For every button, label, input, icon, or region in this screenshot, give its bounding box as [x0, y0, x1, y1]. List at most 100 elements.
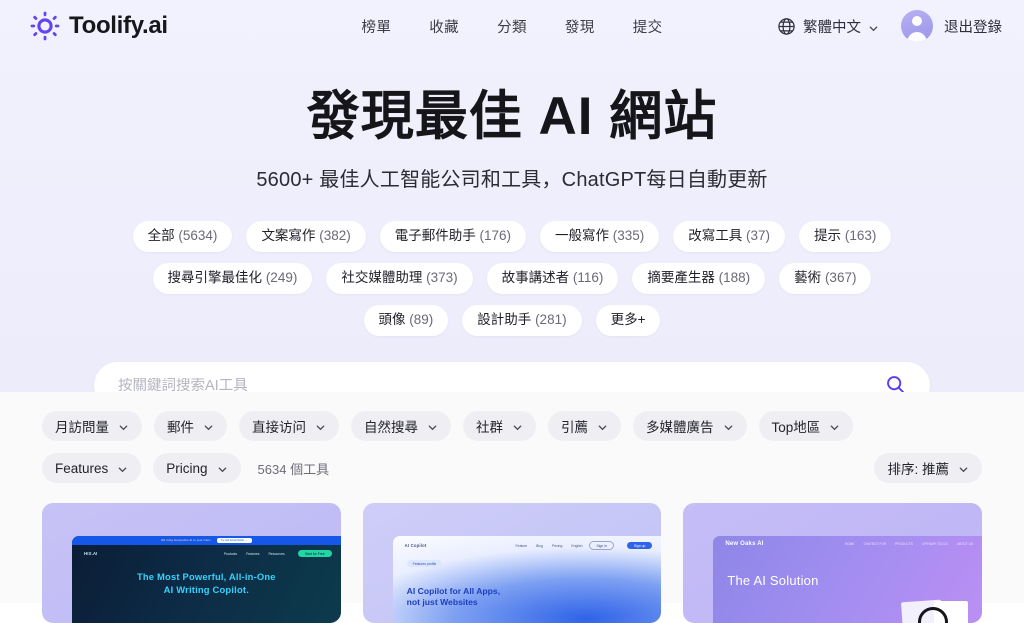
- preview-headline: The AI Solution: [727, 573, 982, 589]
- category-count: (37): [746, 228, 771, 244]
- category-pill[interactable]: 頭像 (89): [363, 305, 449, 337]
- filter-row-primary: 月訪問量 郵件 直接访问 自然搜尋 社群 引薦 多媒體廣告 Top地區: [0, 392, 1024, 441]
- brand-logo[interactable]: Toolify.ai: [30, 11, 168, 41]
- preview-sign-in: Sign in: [589, 541, 614, 550]
- filter-referrals[interactable]: 引薦: [548, 411, 621, 441]
- preview-nav-link: Products: [223, 551, 238, 556]
- chevron-down-icon: [203, 421, 214, 432]
- category-pill[interactable]: 故事講述者 (116): [486, 263, 619, 295]
- category-count: (281): [535, 312, 567, 328]
- preview-headline: The Most Powerful, All-in-One AI Writing…: [72, 570, 341, 596]
- promo-banner: We bring Generative AI to your inbox Try…: [72, 536, 341, 545]
- avatar: [901, 10, 933, 42]
- promo-banner-text: We bring Generative AI to your inbox: [161, 539, 211, 542]
- logout-label: 退出登錄: [944, 19, 1002, 36]
- category-pill[interactable]: 提示 (163): [799, 221, 892, 253]
- preview-nav-link: Resources: [268, 551, 285, 556]
- preview-cta: Start for Free: [297, 550, 332, 557]
- preview-nav-link: HOME: [845, 542, 855, 546]
- category-pill[interactable]: 社交媒體助理 (373): [326, 263, 473, 295]
- filter-label: 直接访问: [252, 420, 306, 435]
- nav-item-favorites[interactable]: 收藏: [429, 16, 459, 37]
- tool-card[interactable]: We bring Generative AI to your inbox Try…: [42, 503, 341, 623]
- category-pill[interactable]: 全部 (5634): [132, 221, 233, 253]
- filter-label: Pricing: [166, 460, 208, 476]
- chevron-down-icon: [512, 421, 523, 432]
- filter-label: 郵件: [167, 420, 194, 435]
- filter-monthly-visits[interactable]: 月訪問量: [42, 411, 142, 441]
- preview-brand: AI Copilot: [404, 543, 427, 548]
- page-subtitle: 5600+ 最佳人工智能公司和工具，ChatGPT每日自動更新: [256, 169, 768, 192]
- preview-headline-line1: The AI Solution: [727, 573, 819, 588]
- filter-label: 引薦: [561, 420, 588, 435]
- preview-nav-link: PRODUCTS: [895, 542, 914, 546]
- category-label: 全部: [147, 228, 175, 244]
- language-switcher[interactable]: 繁體中文: [777, 16, 879, 37]
- filter-direct[interactable]: 直接访问: [239, 411, 339, 441]
- category-pill[interactable]: 搜尋引擎最佳化 (249): [152, 263, 313, 295]
- promo-banner-button: Try HIX Email Writer →: [216, 538, 252, 543]
- category-pill[interactable]: 文案寫作 (382): [246, 221, 366, 253]
- category-count: (335): [612, 228, 645, 244]
- preview-headline-line1: AI Copilot for All Apps,: [406, 585, 501, 596]
- chevron-down-icon: [217, 463, 228, 474]
- preview-nav-link: CHATBOT FOR: [863, 542, 887, 546]
- sort-label: 排序: 推薦: [887, 462, 949, 477]
- page-title: 發現最佳 AI 網站: [306, 87, 718, 146]
- filter-mail[interactable]: 郵件: [154, 411, 227, 441]
- category-count: (176): [479, 228, 511, 244]
- category-pill[interactable]: 一般寫作 (335): [540, 221, 660, 253]
- user-menu[interactable]: 退出登錄: [901, 10, 1002, 42]
- category-count: (367): [824, 270, 857, 286]
- category-pill[interactable]: 改寫工具 (37): [673, 221, 786, 253]
- chevron-down-icon: [868, 21, 879, 32]
- category-label: 故事講述者: [501, 270, 570, 286]
- chevron-down-icon: [597, 421, 608, 432]
- filter-social[interactable]: 社群: [463, 411, 536, 441]
- nav-item-rankings[interactable]: 榜單: [361, 16, 391, 37]
- preview-nav-links: HOME CHATBOT FOR PRODUCTS OPENAPI TOOLS …: [845, 542, 973, 546]
- preview-cta: Sign up: [626, 542, 653, 549]
- category-count: (89): [409, 312, 434, 328]
- filter-features[interactable]: Features: [42, 453, 142, 483]
- preview-lang: English: [571, 543, 583, 548]
- filter-organic-search[interactable]: 自然搜尋: [351, 411, 451, 441]
- category-label: 設計助手: [477, 312, 532, 328]
- filter-top-region[interactable]: Top地區: [758, 411, 854, 441]
- sun-gear-icon: [30, 11, 60, 41]
- preview-headline-line1: The Most Powerful, All-in-One: [136, 571, 276, 582]
- category-count: (249): [265, 270, 298, 286]
- tool-count: 5634 個工具: [257, 461, 330, 477]
- chevron-down-icon: [829, 421, 840, 432]
- preview-nav-links: Feature Blog Pricing English: [515, 544, 582, 548]
- category-pill[interactable]: 摘要產生器 (188): [632, 263, 766, 295]
- chevron-down-icon: [723, 421, 734, 432]
- filter-pricing[interactable]: Pricing: [153, 453, 241, 483]
- nav-item-discover[interactable]: 發現: [565, 16, 595, 37]
- language-label: 繁體中文: [803, 19, 861, 36]
- chevron-down-icon: [958, 463, 969, 474]
- preview-nav: AI Copilot Feature Blog Pricing English …: [393, 536, 662, 550]
- tool-card[interactable]: New Oaks AI HOME CHATBOT FOR PRODUCTS OP…: [683, 503, 983, 623]
- tool-card-preview: New Oaks AI HOME CHATBOT FOR PRODUCTS OP…: [713, 536, 983, 623]
- hero-section: Toolify.ai 榜單 收藏 分類 發現 提交 繁體中文 退出登錄 發現最佳…: [0, 0, 1024, 410]
- filter-label: 社群: [476, 420, 503, 435]
- preview-headline-line2: AI Writing Copilot.: [163, 584, 250, 595]
- category-count: (373): [426, 270, 458, 286]
- tool-card-preview: We bring Generative AI to your inbox Try…: [72, 536, 341, 623]
- category-pill-more[interactable]: 更多+: [595, 305, 661, 337]
- site-header: Toolify.ai 榜單 收藏 分類 發現 提交 繁體中文 退出登錄: [0, 0, 1024, 52]
- nav-item-submit[interactable]: 提交: [633, 16, 663, 37]
- tool-card[interactable]: AI Copilot Feature Blog Pricing English …: [362, 503, 662, 623]
- filter-label: Top地區: [771, 420, 821, 435]
- header-actions: 繁體中文 退出登錄: [777, 10, 1002, 42]
- category-pill[interactable]: 藝術 (367): [779, 263, 872, 295]
- category-pill[interactable]: 電子郵件助手 (176): [379, 221, 526, 253]
- nav-item-categories[interactable]: 分類: [497, 16, 527, 37]
- category-count: (163): [844, 228, 877, 244]
- category-label: 社交媒體助理: [341, 270, 423, 286]
- category-label: 提示: [814, 228, 842, 244]
- filter-display-ads[interactable]: 多媒體廣告: [633, 411, 747, 441]
- category-pill[interactable]: 設計助手 (281): [462, 305, 582, 337]
- sort-dropdown[interactable]: 排序: 推薦: [874, 453, 982, 483]
